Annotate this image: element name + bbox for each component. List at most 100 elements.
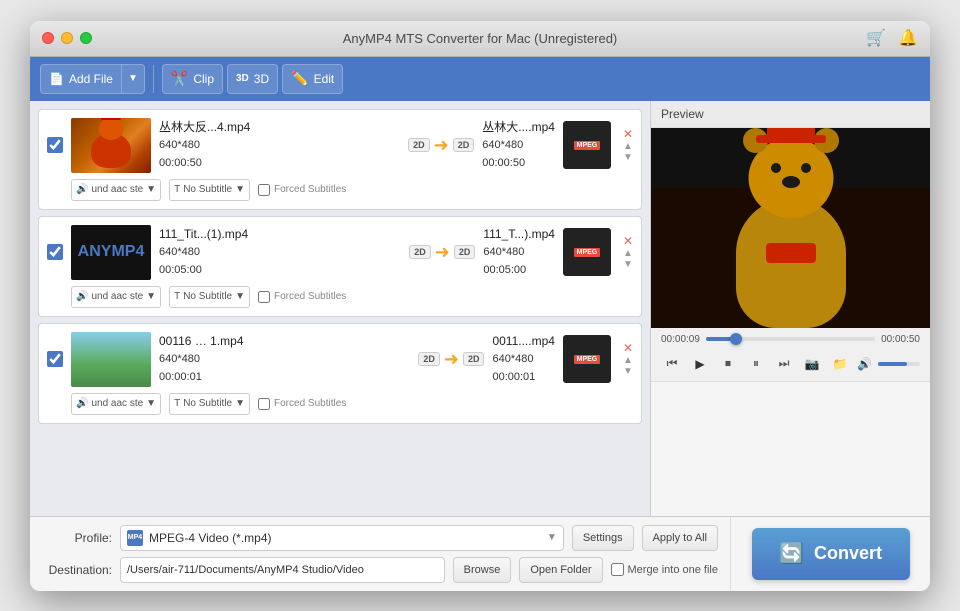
bottom-left: Profile: MP4 MPEG-4 Video (*.mp4) ▼ Sett… [30,517,730,591]
cart-icon[interactable]: 🛒 [866,28,886,48]
arrow-section-3: 2D ➜ 2D [418,349,484,370]
file-info-2: 111_Tit...(1).mp4 640*480 00:05:00 [159,225,401,279]
file-item-2: ANYMP4 111_Tit...(1).mp4 640*480 00:05:0… [38,216,642,317]
convert-icon: 🔄 [779,541,804,566]
scroll-down-2[interactable]: ▼ [623,260,633,270]
forced-sub-label-1: Forced Subtitles [274,184,346,195]
file-checkbox-2[interactable] [47,244,63,260]
input-res-2: 640*480 [159,244,401,262]
close-button[interactable] [42,32,54,44]
subtitle-dropdown-arrow-2: ▼ [235,291,245,302]
convert-arrow-1: ➜ [434,135,449,156]
subtitle-select-3[interactable]: T No Subtitle ▼ [169,393,250,415]
browse-button[interactable]: Browse [453,557,512,583]
settings-icon[interactable]: 🔔 [898,28,918,48]
badge-2d-in-1: 2D [408,138,430,152]
pause-button[interactable]: ⏸ [745,353,767,375]
item-actions-2: ✕ ▲ ▼ [623,235,633,270]
output-dur-2: 00:05:00 [483,262,555,280]
file-item-top-3: 00116 … 1.mp4 640*480 00:00:01 2D ➜ 2D 0… [47,332,633,387]
scroll-down-3[interactable]: ▼ [623,367,633,377]
scroll-down-1[interactable]: ▼ [623,153,633,163]
open-folder-button[interactable]: Open Folder [519,557,602,583]
remove-file-3[interactable]: ✕ [623,342,633,354]
video-controls: ⏮ ▶ ⏹ ⏸ ⏭ 📷 📁 🔊 [651,347,930,382]
input-res-3: 640*480 [159,351,410,369]
convert-label: Convert [814,543,882,564]
apply-all-button[interactable]: Apply to All [642,525,718,551]
subtitle-dropdown-arrow-3: ▼ [235,398,245,409]
profile-label: Profile: [42,531,112,545]
forced-sub-check-3[interactable] [258,398,270,410]
format-thumb-2[interactable]: MPEG [563,228,611,276]
output-dur-1: 00:00:50 [482,155,555,173]
file-checkbox-3[interactable] [47,351,63,367]
skip-back-button[interactable]: ⏮ [661,353,683,375]
folder-button[interactable]: 📁 [829,353,851,375]
input-dur-2: 00:05:00 [159,262,401,280]
audio-icon-3: 🔊 [76,398,88,409]
volume-bar[interactable] [878,362,920,366]
progress-thumb[interactable] [730,333,742,345]
scroll-up-2[interactable]: ▲ [623,249,633,259]
remove-file-2[interactable]: ✕ [623,235,633,247]
add-file-button[interactable]: 📄 Add File [40,64,122,94]
minimize-button[interactable] [61,32,73,44]
audio-dropdown-arrow-3: ▼ [146,398,156,409]
scroll-arrows-2: ▲ ▼ [623,249,633,270]
scroll-up-3[interactable]: ▲ [623,356,633,366]
output-res-3: 640*480 [492,351,554,369]
profile-select[interactable]: MP4 MPEG-4 Video (*.mp4) ▼ [120,525,564,551]
snapshot-button[interactable]: 📷 [801,353,823,375]
destination-input[interactable] [120,557,445,583]
settings-button[interactable]: Settings [572,525,634,551]
input-res-1: 640*480 [159,137,400,155]
preview-title: Preview [651,101,930,128]
maximize-button[interactable] [80,32,92,44]
format-thumb-text-2: MPEG [574,248,601,257]
edit-button[interactable]: ✏️ Edit [282,64,343,94]
subtitle-select-1[interactable]: T No Subtitle ▼ [169,179,250,201]
toolbar: 📄 Add File ▼ ✂️ Clip 3D 3D ✏️ Edit [30,57,930,101]
format-thumb-text-1: MPEG [574,141,601,150]
input-dur-1: 00:00:50 [159,155,400,173]
audio-select-3[interactable]: 🔊 und aac ste ▼ [71,393,161,415]
3d-button[interactable]: 3D 3D [227,64,278,94]
forced-sub-check-2[interactable] [258,291,270,303]
file-item: 丛林大反...4.mp4 640*480 00:00:50 2D ➜ 2D 丛林… [38,109,642,210]
convert-button[interactable]: 🔄 Convert [752,528,910,580]
convert-arrow-3: ➜ [444,349,459,370]
item-actions-1: ✕ ▲ ▼ [623,128,633,163]
format-thumb-3[interactable]: MPEG [563,335,611,383]
scroll-up-1[interactable]: ▲ [623,142,633,152]
file-checkbox-1[interactable] [47,137,63,153]
add-file-dropdown-button[interactable]: ▼ [122,64,145,94]
stop-button[interactable]: ⏹ [717,353,739,375]
merge-checkbox[interactable] [611,563,624,576]
clip-button[interactable]: ✂️ Clip [162,64,223,94]
remove-file-1[interactable]: ✕ [623,128,633,140]
badge-2d-out-1: 2D [453,138,475,152]
volume-icon: 🔊 [857,357,872,371]
output-filename-1: 丛林大....mp4 [482,118,555,137]
subtitle-value-3: No Subtitle [183,398,232,409]
format-thumb-1[interactable]: MPEG [563,121,611,169]
forced-sub-check-1[interactable] [258,184,270,196]
subtitle-select-2[interactable]: T No Subtitle ▼ [169,286,250,308]
skip-forward-button[interactable]: ⏭ [773,353,795,375]
profile-icon: MP4 [127,530,143,546]
output-info-2: 111_T...).mp4 640*480 00:05:00 [483,225,555,279]
audio-select-1[interactable]: 🔊 und aac ste ▼ [71,179,161,201]
audio-dropdown-arrow-1: ▼ [146,184,156,195]
progress-bar[interactable] [706,337,875,341]
output-filename-2: 111_T...).mp4 [483,225,555,244]
audio-select-2[interactable]: 🔊 und aac ste ▼ [71,286,161,308]
preview-panel: Preview [650,101,930,516]
forced-subtitles-3: Forced Subtitles [258,398,346,410]
title-icons: 🛒 🔔 [866,28,918,48]
forced-sub-label-2: Forced Subtitles [274,291,346,302]
input-filename-1: 丛林大反...4.mp4 [159,118,400,137]
file-item-top-2: ANYMP4 111_Tit...(1).mp4 640*480 00:05:0… [47,225,633,280]
play-button[interactable]: ▶ [689,353,711,375]
3d-icon: 3D [236,73,249,84]
